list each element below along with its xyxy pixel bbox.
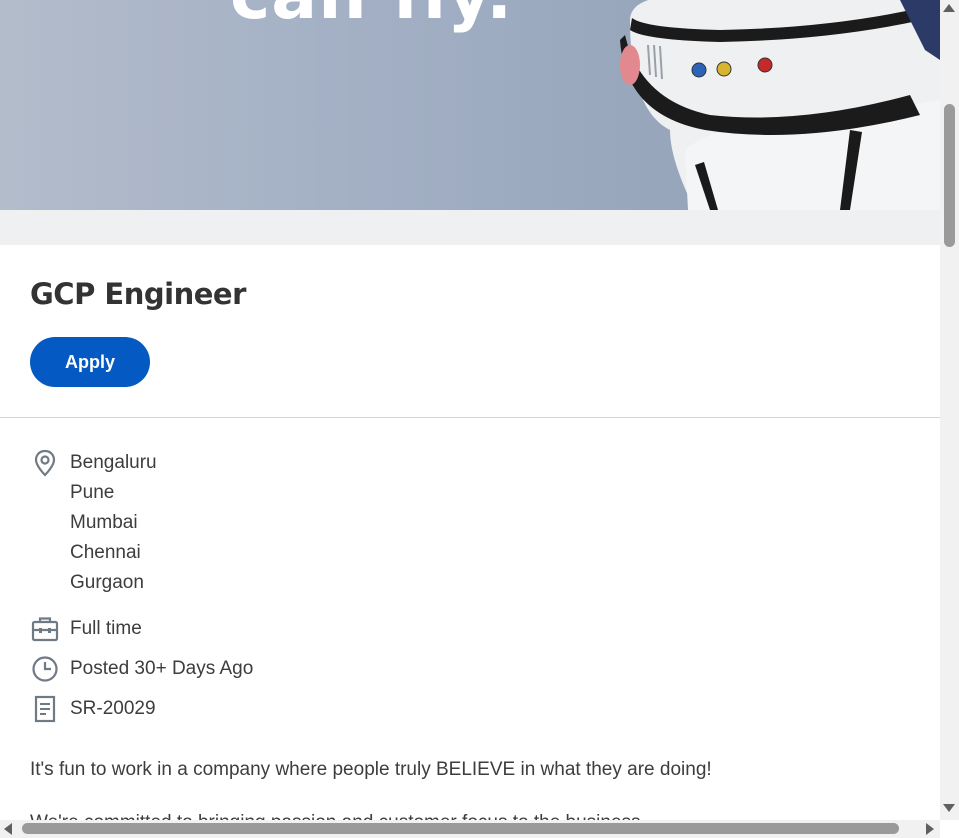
location-list: Bengaluru Pune Mumbai Chennai Gurgaon [70, 448, 157, 598]
hero-banner: can fly. [0, 0, 940, 210]
scroll-up-arrow-icon[interactable] [943, 4, 955, 12]
employment-type-row: Full time [30, 614, 430, 644]
location-item: Mumbai [70, 512, 138, 533]
astronaut-illustration [620, 0, 940, 210]
requisition-id: SR-20029 [70, 698, 156, 719]
vertical-scrollbar-thumb[interactable] [944, 104, 955, 247]
header-divider-band [0, 210, 940, 245]
horizontal-scrollbar[interactable] [0, 820, 940, 838]
section-divider [0, 417, 940, 418]
location-item: Pune [70, 482, 115, 503]
hero-banner-text: can fly. [230, 0, 513, 30]
employment-type: Full time [70, 618, 142, 639]
scrollbar-corner [940, 820, 959, 838]
horizontal-scrollbar-thumb[interactable] [22, 823, 899, 834]
location-item: Bengaluru [70, 452, 157, 473]
locations-row: Bengaluru Pune Mumbai Chennai Gurgaon [30, 448, 430, 598]
posted-row: Posted 30+ Days Ago [30, 654, 430, 684]
apply-button[interactable]: Apply [30, 337, 150, 387]
scroll-left-arrow-icon[interactable] [4, 823, 12, 835]
clock-icon [32, 656, 58, 682]
location-pin-icon [34, 449, 56, 477]
scroll-down-arrow-icon[interactable] [943, 804, 955, 812]
document-icon [34, 695, 56, 723]
location-item: Gurgaon [70, 572, 144, 593]
requisition-row: SR-20029 [30, 694, 430, 724]
vertical-scrollbar[interactable] [940, 0, 959, 820]
location-item: Chennai [70, 542, 141, 563]
posted-date: Posted 30+ Days Ago [70, 658, 254, 679]
page-title: GCP Engineer [30, 277, 246, 311]
job-description-intro: It's fun to work in a company where peop… [30, 759, 712, 780]
scroll-right-arrow-icon[interactable] [926, 823, 934, 835]
briefcase-icon [31, 617, 59, 642]
